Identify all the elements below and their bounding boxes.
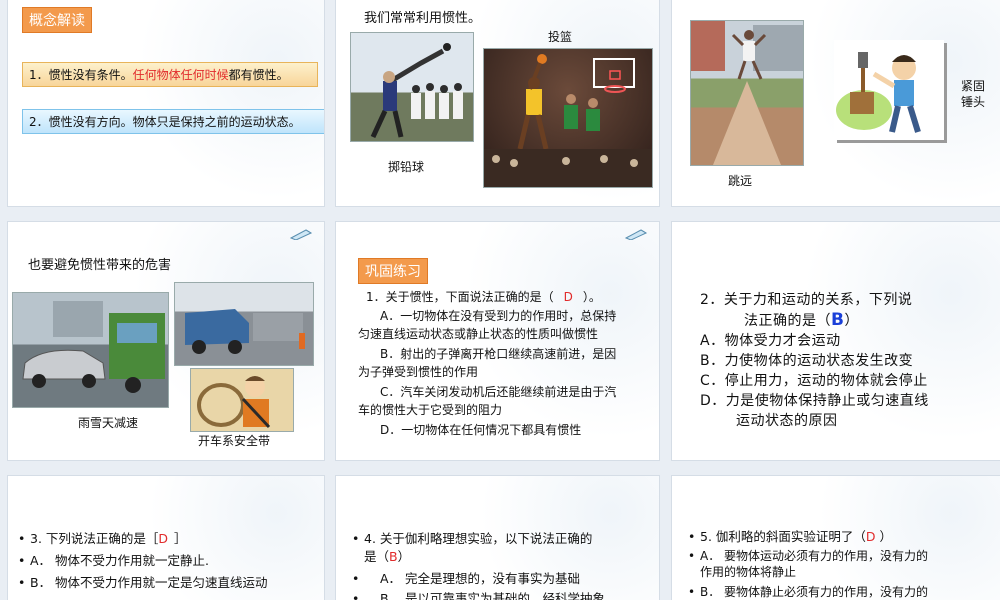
slide-exercise-3[interactable]: • 3. 下列说法正确的是［D ］ • A． 物体不受力作用就一定静止. • B． 物体… bbox=[8, 476, 324, 600]
concept-line-1-b: 都有惯性。 bbox=[228, 68, 289, 82]
q1-stem-text: 1．关于惯性，下面说法正确的是（ bbox=[366, 290, 554, 304]
concept-line-1-red: 任何物体任何时候 bbox=[132, 68, 229, 82]
slide-concept[interactable]: 概念解读 1．惯性没有条件。任何物体任何时候都有惯性。 2．惯性没有方向。物体只… bbox=[8, 0, 324, 206]
q5-option-b: • B． 要物体静止必须有力的作用，没有力的 bbox=[688, 585, 929, 599]
hammer-cartoon bbox=[834, 40, 944, 140]
q1-option-a-2: 匀速直线运动状态或静止状态的性质叫做惯性 bbox=[358, 327, 599, 341]
rain-snow-photo bbox=[12, 292, 169, 408]
q1-option-d: D．一切物体在任何情况下都具有惯性 bbox=[380, 423, 582, 437]
q1-option-a-1: A．一切物体在没有受到力的作用时，总保持 bbox=[380, 309, 617, 323]
q4-answer: B bbox=[389, 549, 398, 564]
pencil-icon bbox=[290, 229, 312, 240]
q4-stem-2-text: 是（ bbox=[364, 549, 390, 564]
q3-answer: D bbox=[158, 531, 169, 546]
q1-option-c-1: C．汽车关闭发动机后还能继续前进是由于汽 bbox=[380, 385, 617, 399]
q5-option-a: • A． 要物体运动必须有力的作用，没有力的 作用的物体将静止 bbox=[688, 549, 929, 579]
q3-option-a: • A． 物体不受力作用就一定静止. bbox=[18, 553, 209, 568]
hammer-caption: 紧固 锤头 bbox=[961, 78, 985, 110]
q3-option-b-text: B． 物体不受力作用就一定是匀速直线运动 bbox=[30, 575, 268, 590]
q4-stem-1-text: 4. 关于伽利略理想实验，以下说法正确的 bbox=[364, 531, 593, 546]
concept-line-1-a: 1．惯性没有条件。 bbox=[29, 68, 133, 82]
slide-exercise-2[interactable]: 2．关于力和运动的关系，下列说 法正确的是（B） A．物体受力才会运动 B．力使… bbox=[672, 222, 1000, 460]
q2-stem-2-end: ） bbox=[844, 313, 859, 329]
slide-exercise-4[interactable]: • 4. 关于伽利略理想实验，以下说法正确的 是（B） • A． 完全是理想的，没有… bbox=[336, 476, 659, 600]
seatbelt-caption: 开车系安全带 bbox=[198, 434, 271, 448]
q4-option-b-text: B． 是以可靠事实为基础的，经科学抽象 bbox=[380, 591, 606, 600]
slide-avoid-harm[interactable]: 也要避免惯性带来的危害 雨雪天减速 开车系安全带 bbox=[8, 222, 324, 460]
q1-option-b-2: 为子弹受到惯性的作用 bbox=[358, 365, 479, 379]
truck-crash-photo bbox=[174, 282, 314, 366]
q2-stem-1: 2．关于力和运动的关系，下列说 bbox=[700, 292, 913, 308]
shot-put-photo bbox=[350, 32, 474, 142]
exercise-tag: 巩固练习 bbox=[358, 258, 428, 284]
slide-grid: 概念解读 1．惯性没有条件。任何物体任何时候都有惯性。 2．惯性没有方向。物体只… bbox=[0, 0, 1000, 600]
q5-option-a-1: A． 要物体运动必须有力的作用，没有力的 bbox=[700, 549, 929, 563]
q4-option-a-text: A． 完全是理想的，没有事实为基础 bbox=[380, 571, 581, 586]
q2-stem-2: 法正确的是（B） bbox=[700, 310, 929, 331]
concept-line-2: 2．惯性没有方向。物体只是保持之前的运动状态。 bbox=[22, 109, 324, 134]
rain-snow-caption: 雨雪天减速 bbox=[78, 416, 139, 430]
q4-option-a: • A． 完全是理想的，没有事实为基础 bbox=[352, 571, 581, 586]
q3-option-b: • B． 物体不受力作用就一定是匀速直线运动 bbox=[18, 575, 268, 590]
q5-answer: D bbox=[865, 529, 876, 544]
q1-stem-end: ）。 bbox=[582, 290, 601, 304]
q5-option-a-2: 作用的物体将静止 bbox=[700, 565, 797, 579]
slide-long-jump[interactable]: 跳远 紧固 锤头 bbox=[672, 0, 1000, 206]
q5-stem-end: ） bbox=[879, 529, 893, 544]
q2-option-a: A．物体受力才会运动 bbox=[700, 333, 841, 349]
concept-tag: 概念解读 bbox=[22, 7, 92, 33]
avoid-harm-title: 也要避免惯性带来的危害 bbox=[28, 258, 172, 273]
q1-stem: 1．关于惯性，下面说法正确的是（ D ）。 bbox=[366, 288, 601, 306]
q5-stem-text: 5. 伽利略的斜面实验证明了（ bbox=[700, 529, 866, 544]
q4-stem-2-end: ） bbox=[397, 549, 411, 564]
q2-option-d-1: D．力是使物体保持静止或匀速直线 bbox=[700, 393, 929, 409]
shot-put-caption: 掷铅球 bbox=[388, 160, 425, 174]
q2-option-b: B．力使物体的运动状态发生改变 bbox=[700, 353, 914, 369]
q2-option-d-2: 运动状态的原因 bbox=[736, 413, 838, 429]
q4-stem-2: 是（B） bbox=[364, 548, 410, 566]
q4-stem-1: • 4. 关于伽利略理想实验，以下说法正确的 bbox=[352, 531, 593, 546]
q5-option-b-text: B． 要物体静止必须有力的作用，没有力的 bbox=[700, 585, 929, 599]
q2-block: 2．关于力和运动的关系，下列说 法正确的是（B） A．物体受力才会运动 B．力使… bbox=[700, 290, 929, 431]
long-jump-photo bbox=[690, 20, 804, 166]
q1-answer: D bbox=[563, 290, 573, 304]
seatbelt-cartoon bbox=[190, 368, 294, 432]
hammer-caption-line-2: 锤头 bbox=[961, 95, 986, 109]
q1-option-b-1: B．射出的子弹离开枪口继续高速前进，是因 bbox=[380, 347, 617, 361]
use-inertia-title: 我们常常利用惯性。 bbox=[364, 11, 482, 26]
basketball-caption: 投篮 bbox=[548, 30, 573, 44]
basketball-photo bbox=[483, 48, 653, 188]
slide-use-inertia[interactable]: 我们常常利用惯性。 掷铅球 投篮 bbox=[336, 0, 659, 206]
q3-option-a-text: A． 物体不受力作用就一定静止. bbox=[30, 553, 209, 568]
q2-answer: B bbox=[831, 310, 845, 330]
q4-option-b: • B． 是以可靠事实为基础的，经科学抽象 bbox=[352, 590, 605, 600]
q5-stem: • 5. 伽利略的斜面实验证明了（D） bbox=[688, 529, 893, 544]
q3-stem-end: ］ bbox=[174, 531, 187, 546]
hammer-caption-line-1: 紧固 bbox=[961, 79, 986, 93]
q2-option-c: C．停止用力，运动的物体就会停止 bbox=[700, 373, 928, 389]
q1-option-c-2: 车的惯性大于它受到的阻力 bbox=[358, 403, 503, 417]
pencil-icon bbox=[625, 229, 647, 240]
q1-options: A．一切物体在没有受到力的作用时，总保持 匀速直线运动状态或静止状态的性质叫做惯… bbox=[358, 307, 654, 439]
long-jump-caption: 跳远 bbox=[728, 174, 753, 188]
q2-stem-2-text: 法正确的是（ bbox=[744, 313, 831, 329]
slide-exercise-1[interactable]: 巩固练习 1．关于惯性，下面说法正确的是（ D ）。 A．一切物体在没有受到力的作用… bbox=[336, 222, 659, 460]
concept-line-1: 1．惯性没有条件。任何物体任何时候都有惯性。 bbox=[22, 62, 318, 87]
q3-stem-text: 3. 下列说法正确的是［ bbox=[30, 531, 159, 546]
slide-exercise-5[interactable]: • 5. 伽利略的斜面实验证明了（D） • A． 要物体运动必须有力的作用，没有力的… bbox=[672, 476, 1000, 600]
q3-stem: • 3. 下列说法正确的是［D ］ bbox=[18, 531, 187, 546]
